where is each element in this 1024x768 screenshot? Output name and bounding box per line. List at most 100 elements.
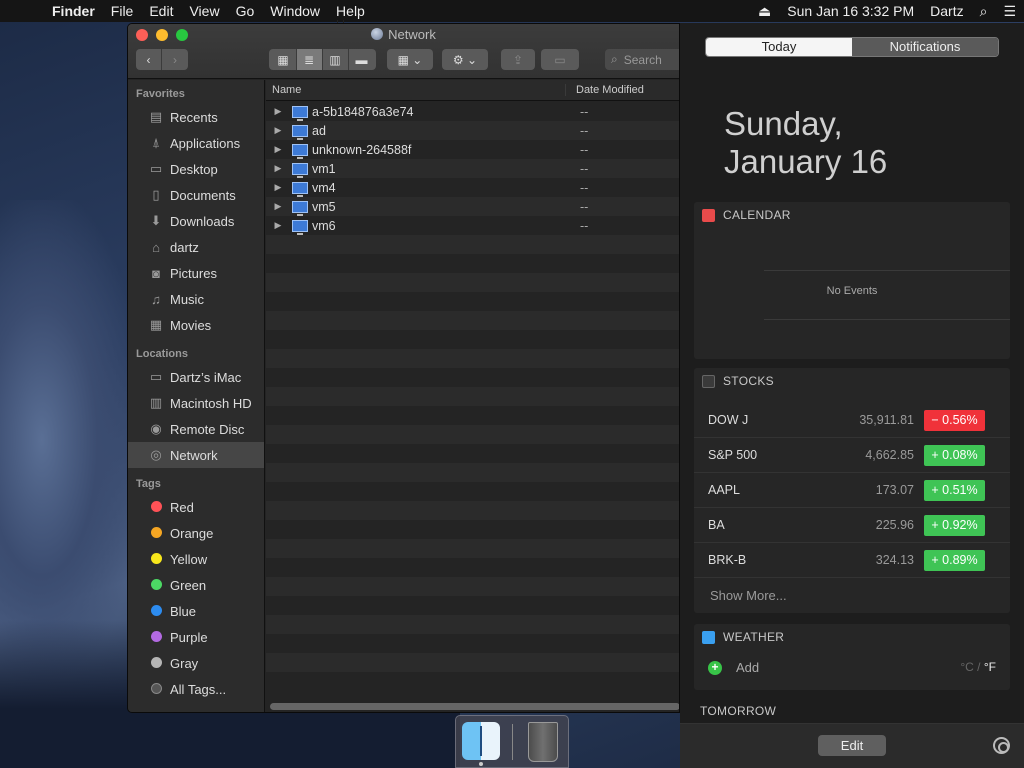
show-more-link[interactable]: Show More...: [694, 578, 1010, 614]
sidebar-item-pictures[interactable]: ◙ Pictures: [128, 260, 264, 286]
column-header-date-modified[interactable]: Date Modified: [566, 84, 644, 96]
sidebar-item-home[interactable]: ⌂ dartz: [128, 234, 264, 260]
table-row: [266, 672, 679, 691]
stock-price: 225.96: [875, 518, 914, 532]
menu-window[interactable]: Window: [262, 3, 328, 19]
table-row[interactable]: ▶ ad --: [266, 121, 679, 140]
sidebar-tag-gray[interactable]: Gray: [128, 650, 264, 676]
stock-row[interactable]: AAPL 173.07 + 0.51%: [694, 473, 1010, 508]
stock-change-badge[interactable]: + 0.51%: [924, 479, 985, 501]
back-button[interactable]: ‹: [136, 49, 162, 70]
table-row: [266, 292, 679, 311]
stock-row[interactable]: BA 225.96 + 0.92%: [694, 508, 1010, 543]
disclosure-triangle-icon[interactable]: ▶: [269, 220, 287, 231]
sidebar-tag-blue[interactable]: Blue: [128, 598, 264, 624]
stock-change-badge[interactable]: + 0.08%: [924, 444, 985, 466]
camera-icon: ◙: [152, 265, 160, 281]
nc-footer: Edit: [680, 723, 1024, 768]
sidebar-item-documents[interactable]: ▯ Documents: [128, 182, 264, 208]
disclosure-triangle-icon[interactable]: ▶: [269, 144, 287, 155]
action-gear-button[interactable]: ⚙ ⌄: [442, 49, 488, 70]
unit-fahrenheit[interactable]: °F: [984, 660, 996, 674]
sidebar-tag-purple[interactable]: Purple: [128, 624, 264, 650]
sidebar-all-tags[interactable]: All Tags...: [128, 676, 264, 702]
table-row: [266, 615, 679, 634]
temperature-unit-toggle[interactable]: °C / °F: [960, 660, 996, 674]
column-view-button[interactable]: ▥: [323, 49, 349, 70]
horizontal-scrollbar[interactable]: [270, 703, 679, 710]
file-name: ad: [312, 123, 326, 138]
table-row[interactable]: ▶ vm1 --: [266, 159, 679, 178]
table-row[interactable]: ▶ unknown-264588f --: [266, 140, 679, 159]
icon-view-button[interactable]: ▦: [271, 49, 297, 70]
group-by-button[interactable]: ▦ ⌄: [387, 49, 433, 70]
file-date: --: [580, 218, 589, 233]
tag-button[interactable]: ▭: [541, 49, 579, 70]
sidebar-item-network[interactable]: ◎ Network: [128, 442, 264, 468]
document-icon: ▯: [152, 187, 160, 202]
trash-icon[interactable]: [528, 722, 558, 762]
menu-file[interactable]: File: [103, 3, 142, 19]
calendar-widget-header: CALENDAR: [694, 202, 1010, 228]
disclosure-triangle-icon[interactable]: ▶: [269, 106, 287, 117]
table-row[interactable]: ▶ a-5b184876a3e74 --: [266, 102, 679, 121]
sidebar-tag-yellow[interactable]: Yellow: [128, 546, 264, 572]
tab-notifications[interactable]: Notifications: [852, 38, 998, 56]
table-row: [266, 539, 679, 558]
spotlight-search-icon[interactable]: ⌕: [972, 3, 996, 20]
sidebar-item-remote-disc[interactable]: ◉ Remote Disc: [128, 416, 264, 442]
sidebar-heading-favorites: Favorites: [136, 88, 185, 100]
menubar-clock[interactable]: Sun Jan 16 3:32 PM: [779, 3, 922, 19]
finder-titlebar: Network ‹ › ▦ ≣ ▥ ▬ ▦ ⌄ ⚙ ⌄ ⇪ ▭ ⌕ Search: [128, 24, 679, 79]
share-button[interactable]: ⇪: [501, 49, 535, 70]
computer-icon: [292, 181, 308, 197]
unit-celsius[interactable]: °C: [960, 660, 973, 674]
forward-button[interactable]: ›: [162, 49, 188, 70]
table-row[interactable]: ▶ vm4 --: [266, 178, 679, 197]
menu-app-finder[interactable]: Finder: [44, 3, 103, 19]
eject-icon[interactable]: ⏏: [750, 3, 779, 20]
window-title-text: Network: [388, 27, 436, 42]
weather-add-button[interactable]: + Add: [708, 660, 759, 675]
stock-change-badge[interactable]: − 0.56%: [924, 409, 985, 431]
notification-center-icon[interactable]: ☰: [995, 3, 1024, 20]
sidebar-item-macintosh-hd[interactable]: ▥ Macintosh HD: [128, 390, 264, 416]
gear-icon[interactable]: [993, 737, 1010, 754]
sidebar-item-applications[interactable]: ⍋ Applications: [128, 130, 264, 156]
disclosure-triangle-icon[interactable]: ▶: [269, 182, 287, 193]
edit-button[interactable]: Edit: [818, 735, 886, 756]
stock-row[interactable]: DOW J 35,911.81 − 0.56%: [694, 403, 1010, 438]
sidebar-tag-green[interactable]: Green: [128, 572, 264, 598]
disclosure-triangle-icon[interactable]: ▶: [269, 125, 287, 136]
menu-edit[interactable]: Edit: [141, 3, 181, 19]
list-view-button[interactable]: ≣: [296, 49, 323, 70]
menubar-user[interactable]: Dartz: [922, 3, 971, 19]
stock-change-badge[interactable]: + 0.92%: [924, 514, 985, 536]
gallery-view-button[interactable]: ▬: [349, 49, 375, 70]
disclosure-triangle-icon[interactable]: ▶: [269, 201, 287, 212]
table-row[interactable]: ▶ vm6 --: [266, 216, 679, 235]
stock-row[interactable]: S&P 500 4,662.85 + 0.08%: [694, 438, 1010, 473]
sidebar-item-desktop[interactable]: ▭ Desktop: [128, 156, 264, 182]
menu-go[interactable]: Go: [228, 3, 263, 19]
film-icon: ▦: [149, 317, 163, 332]
sidebar-item-music[interactable]: ♫ Music: [128, 286, 264, 312]
sidebar-tag-red[interactable]: Red: [128, 494, 264, 520]
sidebar-tag-orange[interactable]: Orange: [128, 520, 264, 546]
stock-row[interactable]: BRK-B 324.13 + 0.89%: [694, 543, 1010, 578]
sidebar-item-movies[interactable]: ▦ Movies: [128, 312, 264, 338]
table-row[interactable]: ▶ vm5 --: [266, 197, 679, 216]
menu-help[interactable]: Help: [328, 3, 373, 19]
menu-view[interactable]: View: [181, 3, 227, 19]
finder-app-icon[interactable]: [462, 722, 500, 760]
computer-icon: [292, 105, 308, 121]
stock-change-badge[interactable]: + 0.89%: [924, 549, 985, 571]
tab-today[interactable]: Today: [706, 38, 852, 56]
sidebar-item-downloads[interactable]: ⬇ Downloads: [128, 208, 264, 234]
sidebar-item-imac[interactable]: ▭ Dartz’s iMac: [128, 364, 264, 390]
sidebar-item-recents[interactable]: ▤ Recents: [128, 104, 264, 130]
column-header-name[interactable]: Name: [266, 84, 566, 96]
search-field[interactable]: ⌕ Search: [605, 49, 679, 70]
file-name: a-5b184876a3e74: [312, 104, 414, 119]
disclosure-triangle-icon[interactable]: ▶: [269, 163, 287, 174]
